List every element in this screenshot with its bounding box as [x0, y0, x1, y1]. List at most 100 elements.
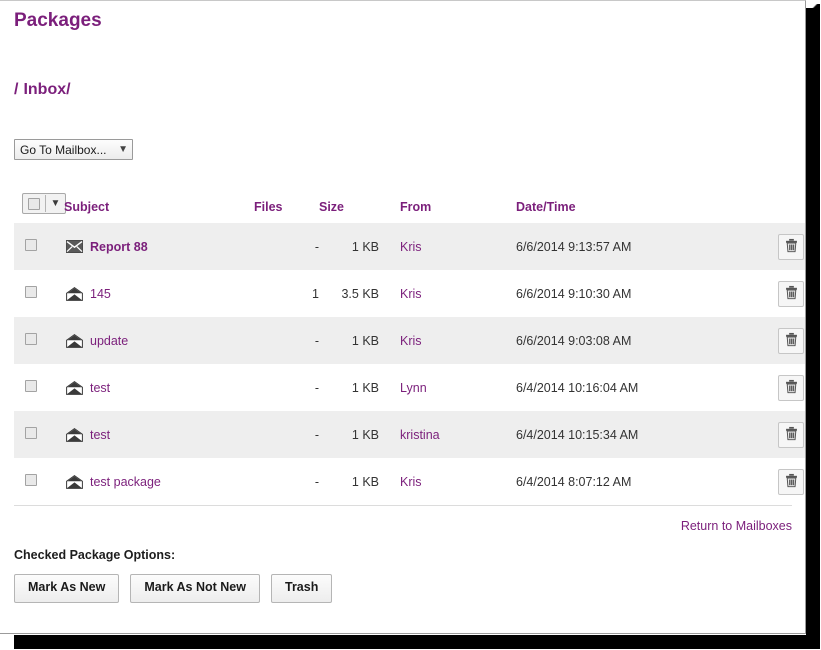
subject-cell: test package	[64, 458, 254, 505]
from-link[interactable]: Lynn	[400, 381, 427, 395]
mark-as-new-button[interactable]: Mark As New	[14, 574, 120, 603]
from-link[interactable]: Kris	[400, 475, 422, 489]
packages-table-body: Report 88 -1 KB Kris 6/6/2014 9:13:57 AM 145…	[14, 223, 805, 505]
from-cell: kristina	[379, 411, 500, 458]
delete-row-button[interactable]	[778, 374, 804, 401]
subject-cell: 145	[64, 270, 254, 317]
row-select-cell	[14, 458, 64, 505]
from-cell: Kris	[379, 270, 500, 317]
checked-package-options-label: Checked Package Options:	[14, 548, 176, 562]
from-cell: Kris	[379, 458, 500, 505]
row-checkbox[interactable]	[25, 380, 37, 392]
from-cell: Lynn	[379, 364, 500, 411]
table-row: test -1 KB kristina 6/4/2014 10:15:34 AM	[14, 411, 805, 458]
subject-link[interactable]: test package	[90, 475, 161, 489]
subject-link[interactable]: test	[90, 428, 110, 442]
datetime-cell: 6/4/2014 10:16:04 AM	[500, 364, 756, 411]
header-actions	[756, 193, 805, 223]
delete-row-button[interactable]	[778, 327, 804, 354]
packages-page: Packages / Inbox/ Go To Mailbox... ▼ ▼ S…	[0, 1, 805, 603]
subject-link[interactable]: Report 88	[90, 240, 148, 254]
row-checkbox[interactable]	[25, 333, 37, 345]
table-header-row: ▼ Subject Files Size From Date/Time	[14, 193, 805, 223]
row-action-cell	[756, 364, 805, 411]
checked-package-actions: Mark As New Mark As Not New Trash	[14, 574, 805, 603]
subject-link[interactable]: update	[90, 334, 128, 348]
files-cell: -	[254, 364, 319, 411]
go-to-mailbox-selected-label: Go To Mailbox...	[20, 142, 107, 157]
table-row: test package -1 KB Kris 6/4/2014 8:07:12 AM	[14, 458, 805, 505]
delete-row-button[interactable]	[778, 421, 804, 448]
size-cell: 1 KB	[319, 411, 379, 458]
table-row: 145 1 3.5 KB Kris 6/6/2014 9:10:30 AM	[14, 270, 805, 317]
datetime-cell: 6/4/2014 8:07:12 AM	[500, 458, 756, 505]
return-to-mailboxes-link[interactable]: Return to Mailboxes	[681, 519, 792, 533]
open-envelope-icon	[66, 333, 83, 348]
select-all-control[interactable]: ▼	[22, 193, 66, 214]
breadcrumb: / Inbox/	[0, 81, 805, 99]
breadcrumb-inbox-link[interactable]: Inbox/	[23, 81, 70, 98]
application-window: Packages / Inbox/ Go To Mailbox... ▼ ▼ S…	[0, 0, 806, 634]
row-checkbox[interactable]	[25, 427, 37, 439]
row-select-cell	[14, 270, 64, 317]
mark-as-not-new-button[interactable]: Mark As Not New	[130, 574, 260, 603]
packages-table-head: ▼ Subject Files Size From Date/Time	[14, 193, 805, 223]
return-row: Return to Mailboxes	[14, 506, 792, 533]
open-envelope-icon	[66, 286, 83, 301]
trash-icon	[784, 379, 799, 397]
trash-button[interactable]: Trash	[271, 574, 333, 603]
table-row: test -1 KB Lynn 6/4/2014 10:16:04 AM	[14, 364, 805, 411]
size-cell: 3.5 KB	[319, 270, 379, 317]
datetime-cell: 6/6/2014 9:13:57 AM	[500, 223, 756, 270]
header-from[interactable]: From	[379, 193, 500, 223]
header-files[interactable]: Files	[254, 193, 319, 223]
header-subject[interactable]: Subject	[64, 193, 254, 223]
row-checkbox[interactable]	[25, 239, 37, 251]
row-select-cell	[14, 364, 64, 411]
delete-row-button[interactable]	[778, 233, 804, 260]
header-size[interactable]: Size	[319, 193, 379, 223]
from-cell: Kris	[379, 223, 500, 270]
checkbox-box-icon	[28, 197, 40, 210]
trash-icon	[784, 238, 799, 256]
window-shadow-right	[806, 8, 820, 642]
row-action-cell	[756, 317, 805, 364]
open-envelope-icon	[66, 380, 83, 395]
select-all-chevron-down-icon[interactable]: ▼	[46, 194, 65, 213]
row-checkbox[interactable]	[25, 474, 37, 486]
subject-cell: update	[64, 317, 254, 364]
header-datetime[interactable]: Date/Time	[500, 193, 756, 223]
row-checkbox[interactable]	[25, 286, 37, 298]
subject-link[interactable]: 145	[90, 287, 111, 301]
open-envelope-icon	[66, 474, 83, 489]
table-row: Report 88 -1 KB Kris 6/6/2014 9:13:57 AM	[14, 223, 805, 270]
files-cell: -	[254, 458, 319, 505]
datetime-cell: 6/4/2014 10:15:34 AM	[500, 411, 756, 458]
delete-row-button[interactable]	[778, 468, 804, 495]
subject-cell: Report 88	[64, 223, 254, 270]
row-action-cell	[756, 223, 805, 270]
row-action-cell	[756, 411, 805, 458]
mailbox-select-container: Go To Mailbox... ▼	[14, 139, 805, 160]
from-link[interactable]: Kris	[400, 240, 422, 254]
trash-icon	[784, 285, 799, 303]
files-cell: -	[254, 317, 319, 364]
delete-row-button[interactable]	[778, 280, 804, 307]
page-title: Packages	[14, 10, 102, 31]
from-link[interactable]: Kris	[400, 334, 422, 348]
size-cell: 1 KB	[319, 364, 379, 411]
select-all-checkbox[interactable]	[23, 194, 45, 213]
row-select-cell	[14, 223, 64, 270]
trash-icon	[784, 426, 799, 444]
files-cell: 1	[254, 270, 319, 317]
from-link[interactable]: kristina	[400, 428, 440, 442]
row-select-cell	[14, 317, 64, 364]
window-shadow-bottom	[14, 635, 820, 649]
subject-link[interactable]: test	[90, 381, 110, 395]
datetime-cell: 6/6/2014 9:03:08 AM	[500, 317, 756, 364]
trash-icon	[784, 473, 799, 491]
row-select-cell	[14, 411, 64, 458]
go-to-mailbox-select[interactable]: Go To Mailbox... ▼	[14, 139, 133, 160]
row-action-cell	[756, 458, 805, 505]
from-link[interactable]: Kris	[400, 287, 422, 301]
